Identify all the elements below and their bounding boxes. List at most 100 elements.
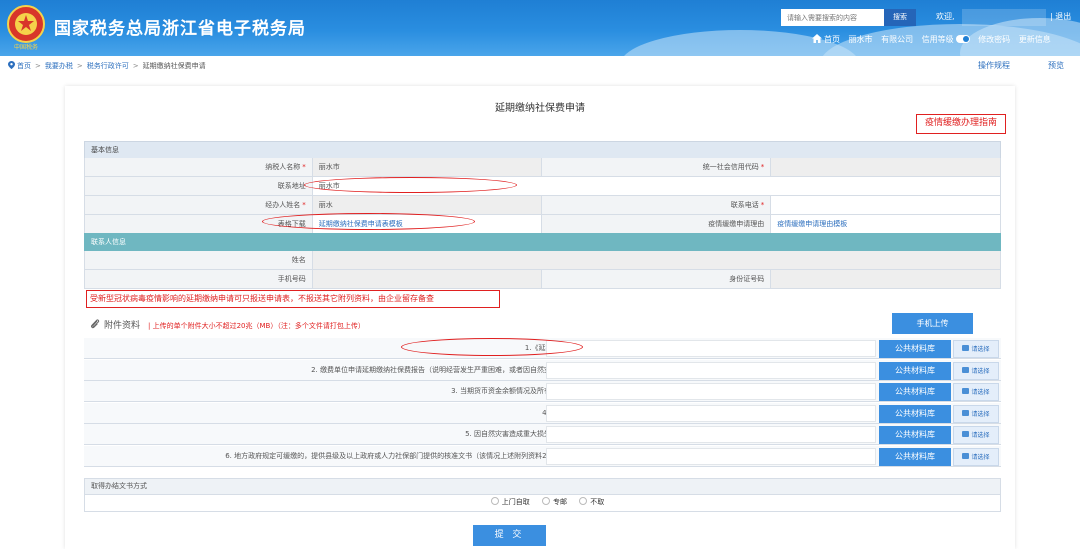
breadcrumb: 首页 > 我要办税 > 税务行政许可 > 延期缴纳社保费申请 — [8, 61, 206, 71]
nav-update-info[interactable]: 更新信息 — [1019, 35, 1051, 44]
public-library-button[interactable]: 公共材料库 — [879, 340, 951, 358]
preview-link[interactable]: 预览 — [1048, 60, 1064, 71]
credit-code-label: 统一社会信用代码 * — [541, 158, 772, 176]
mobile-upload-button[interactable]: 手机上传 — [892, 313, 973, 334]
contact-section-header: 联系人信息 — [84, 233, 1001, 251]
folder-icon — [962, 431, 970, 437]
template-download-label: 表格下载 — [85, 215, 313, 233]
breadcrumb-current: 延期缴纳社保费申请 — [142, 62, 206, 70]
choose-file-label: 请选择 — [971, 367, 990, 375]
breadcrumb-separator: > — [132, 62, 139, 70]
site-header: 中国税务 国家税务总局浙江省电子税务局 搜索 欢迎, | 退出 首页 丽水市 有… — [0, 0, 1080, 56]
choose-file-label: 请选择 — [971, 389, 990, 396]
search-input[interactable] — [781, 9, 884, 26]
nav-company[interactable]: 有限公司 — [881, 35, 913, 44]
choose-file-button[interactable]: 请选择 — [953, 340, 999, 358]
delivery-method-options: 上门自取 专邮 不取 — [84, 494, 1001, 512]
choose-file-button[interactable]: 请选择 — [953, 404, 999, 423]
attachments-size-note: | 上传的单个附件大小不超过20兆（MB）（注：多个文件请打包上传） — [148, 322, 365, 330]
reason-label: 疫情缓缴申请理由 — [541, 215, 772, 233]
attachment-file-slot — [546, 404, 876, 422]
radio-pickup[interactable] — [490, 497, 499, 505]
breadcrumb-home[interactable]: 首页 — [17, 62, 31, 70]
nav-home[interactable]: 首页 — [824, 35, 840, 44]
choose-file-label: 请选择 — [971, 410, 990, 418]
delivery-method-header: 取得办结文书方式 — [84, 478, 1001, 495]
id-number-field[interactable] — [771, 270, 1000, 288]
search-button[interactable]: 搜索 — [884, 9, 916, 26]
phone-field[interactable] — [771, 196, 1000, 214]
basic-info-section-header: 基本信息 — [84, 141, 1001, 159]
contact-name-label: 姓名 — [85, 251, 313, 269]
row-contact-phone: 手机号码 身份证号码 — [84, 270, 1001, 289]
logout-link[interactable]: | 退出 — [1050, 11, 1071, 22]
row-taxpayer: 纳税人名称 * 丽水市 统一社会信用代码 * — [84, 158, 1001, 177]
public-library-button[interactable]: 公共材料库 — [879, 361, 951, 380]
attachment-row: 5. 因自然灾害造成重大损失的，提供受灾证明材料 公共材料库 请选择 — [84, 424, 1001, 445]
phone-label: 联系电话 * — [541, 196, 772, 214]
row-handler: 经办人姓名 * 丽水 联系电话 * — [84, 196, 1001, 215]
attachment-row: 4. 应付职工工资支出预算公共材料库请选择 — [84, 402, 1001, 424]
choose-file-button[interactable]: 请选择 — [953, 383, 999, 401]
template-download-link[interactable]: 延期缴纳社保费申请表模板 — [319, 220, 403, 228]
radio-none[interactable] — [579, 497, 588, 505]
folder-icon — [962, 452, 970, 459]
nav-change-password[interactable]: 修改密码 — [978, 35, 1010, 44]
public-library-button[interactable]: 公共材料库 — [879, 383, 951, 401]
option-none-label: 不取 — [590, 498, 605, 506]
nav-credit-level[interactable]: 信用等级 — [922, 35, 954, 44]
choose-file-button[interactable]: 请选择 — [953, 447, 999, 466]
username-display — [962, 9, 1046, 26]
attachment-row: 1.《延期缴纳社保费申请表》*公共材料库请选择 — [84, 338, 1001, 359]
public-library-button[interactable]: 公共材料库 — [879, 447, 951, 466]
row-address: 联系地址 丽水市 — [84, 177, 1001, 196]
form-title: 延期缴纳社保费申请 — [495, 103, 585, 114]
submit-button[interactable]: 提 交 — [473, 525, 546, 546]
breadcrumb-separator: > — [35, 62, 41, 70]
id-number-label: 身份证号码 — [541, 270, 772, 288]
contact-name-field[interactable] — [312, 251, 1000, 269]
epidemic-guide-link[interactable]: 疫情缓缴办理指南 — [916, 114, 1006, 134]
option-mail-label: 专邮 — [553, 498, 567, 506]
home-icon — [812, 34, 822, 43]
handler-name-value: 丽水 — [312, 196, 542, 214]
mobile-field[interactable] — [312, 270, 542, 288]
choose-file-label: 请选择 — [971, 432, 990, 439]
radio-mail[interactable] — [542, 497, 550, 505]
folder-icon — [962, 345, 970, 351]
address-label: 联系地址 — [85, 177, 313, 195]
location-pin-icon — [8, 61, 15, 69]
choose-file-label: 请选择 — [971, 346, 990, 353]
handler-name-label: 经办人姓名 * — [85, 196, 313, 214]
reason-template-cell: 疫情缓缴申请理由模板 — [771, 215, 1000, 233]
nav-city[interactable]: 丽水市 — [849, 35, 873, 44]
mobile-label: 手机号码 — [85, 270, 313, 288]
breadcrumb-tax-handling[interactable]: 我要办税 — [45, 62, 73, 70]
breadcrumb-separator: > — [76, 62, 83, 70]
taxpayer-name-label: 纳税人名称 * — [85, 158, 313, 176]
attachment-row: 2. 缴费单位申请延期缴纳社保费报告（说明经营发生严重困难，或者因自然灾害造成重… — [84, 359, 1001, 381]
choose-file-button[interactable]: 请选择 — [953, 426, 999, 444]
epidemic-warning: 受新型冠状病毒疫情影响的延期缴纳申请可只报送申请表，不报送其它附列资料，由企业留… — [86, 290, 500, 308]
folder-icon — [962, 366, 970, 373]
folder-icon — [962, 388, 970, 394]
operation-guide-link[interactable]: 操作规程 — [978, 60, 1010, 71]
attachment-file-slot — [546, 426, 876, 443]
choose-file-label: 请选择 — [971, 453, 990, 461]
public-library-button[interactable]: 公共材料库 — [879, 426, 951, 444]
reason-template-link[interactable]: 疫情缓缴申请理由模板 — [777, 220, 847, 228]
credit-code-value — [771, 158, 1000, 176]
attachments-heading: 附件资料 | 上传的单个附件大小不超过20兆（MB）（注：多个文件请打包上传） — [90, 318, 365, 331]
site-title: 国家税务总局浙江省电子税务局 — [54, 19, 306, 39]
breadcrumb-admin-permit[interactable]: 税务行政许可 — [87, 62, 129, 70]
credit-toggle[interactable] — [955, 35, 970, 43]
welcome-text: 欢迎, — [936, 12, 955, 21]
breadcrumb-bar: 首页 > 我要办税 > 税务行政许可 > 延期缴纳社保费申请 操作规程 预览 — [0, 56, 1080, 74]
choose-file-button[interactable]: 请选择 — [953, 361, 999, 380]
address-field[interactable]: 丽水市 — [312, 177, 1000, 195]
taxpayer-name-value: 丽水市 — [312, 158, 542, 176]
option-pickup-label: 上门自取 — [501, 498, 530, 506]
attachment-row: 3. 当期货币资金余额情况及所有银行存款账户的对账单 公共材料库 请选择 — [84, 381, 1001, 402]
attachment-file-slot — [546, 383, 876, 400]
public-library-button[interactable]: 公共材料库 — [879, 404, 951, 423]
